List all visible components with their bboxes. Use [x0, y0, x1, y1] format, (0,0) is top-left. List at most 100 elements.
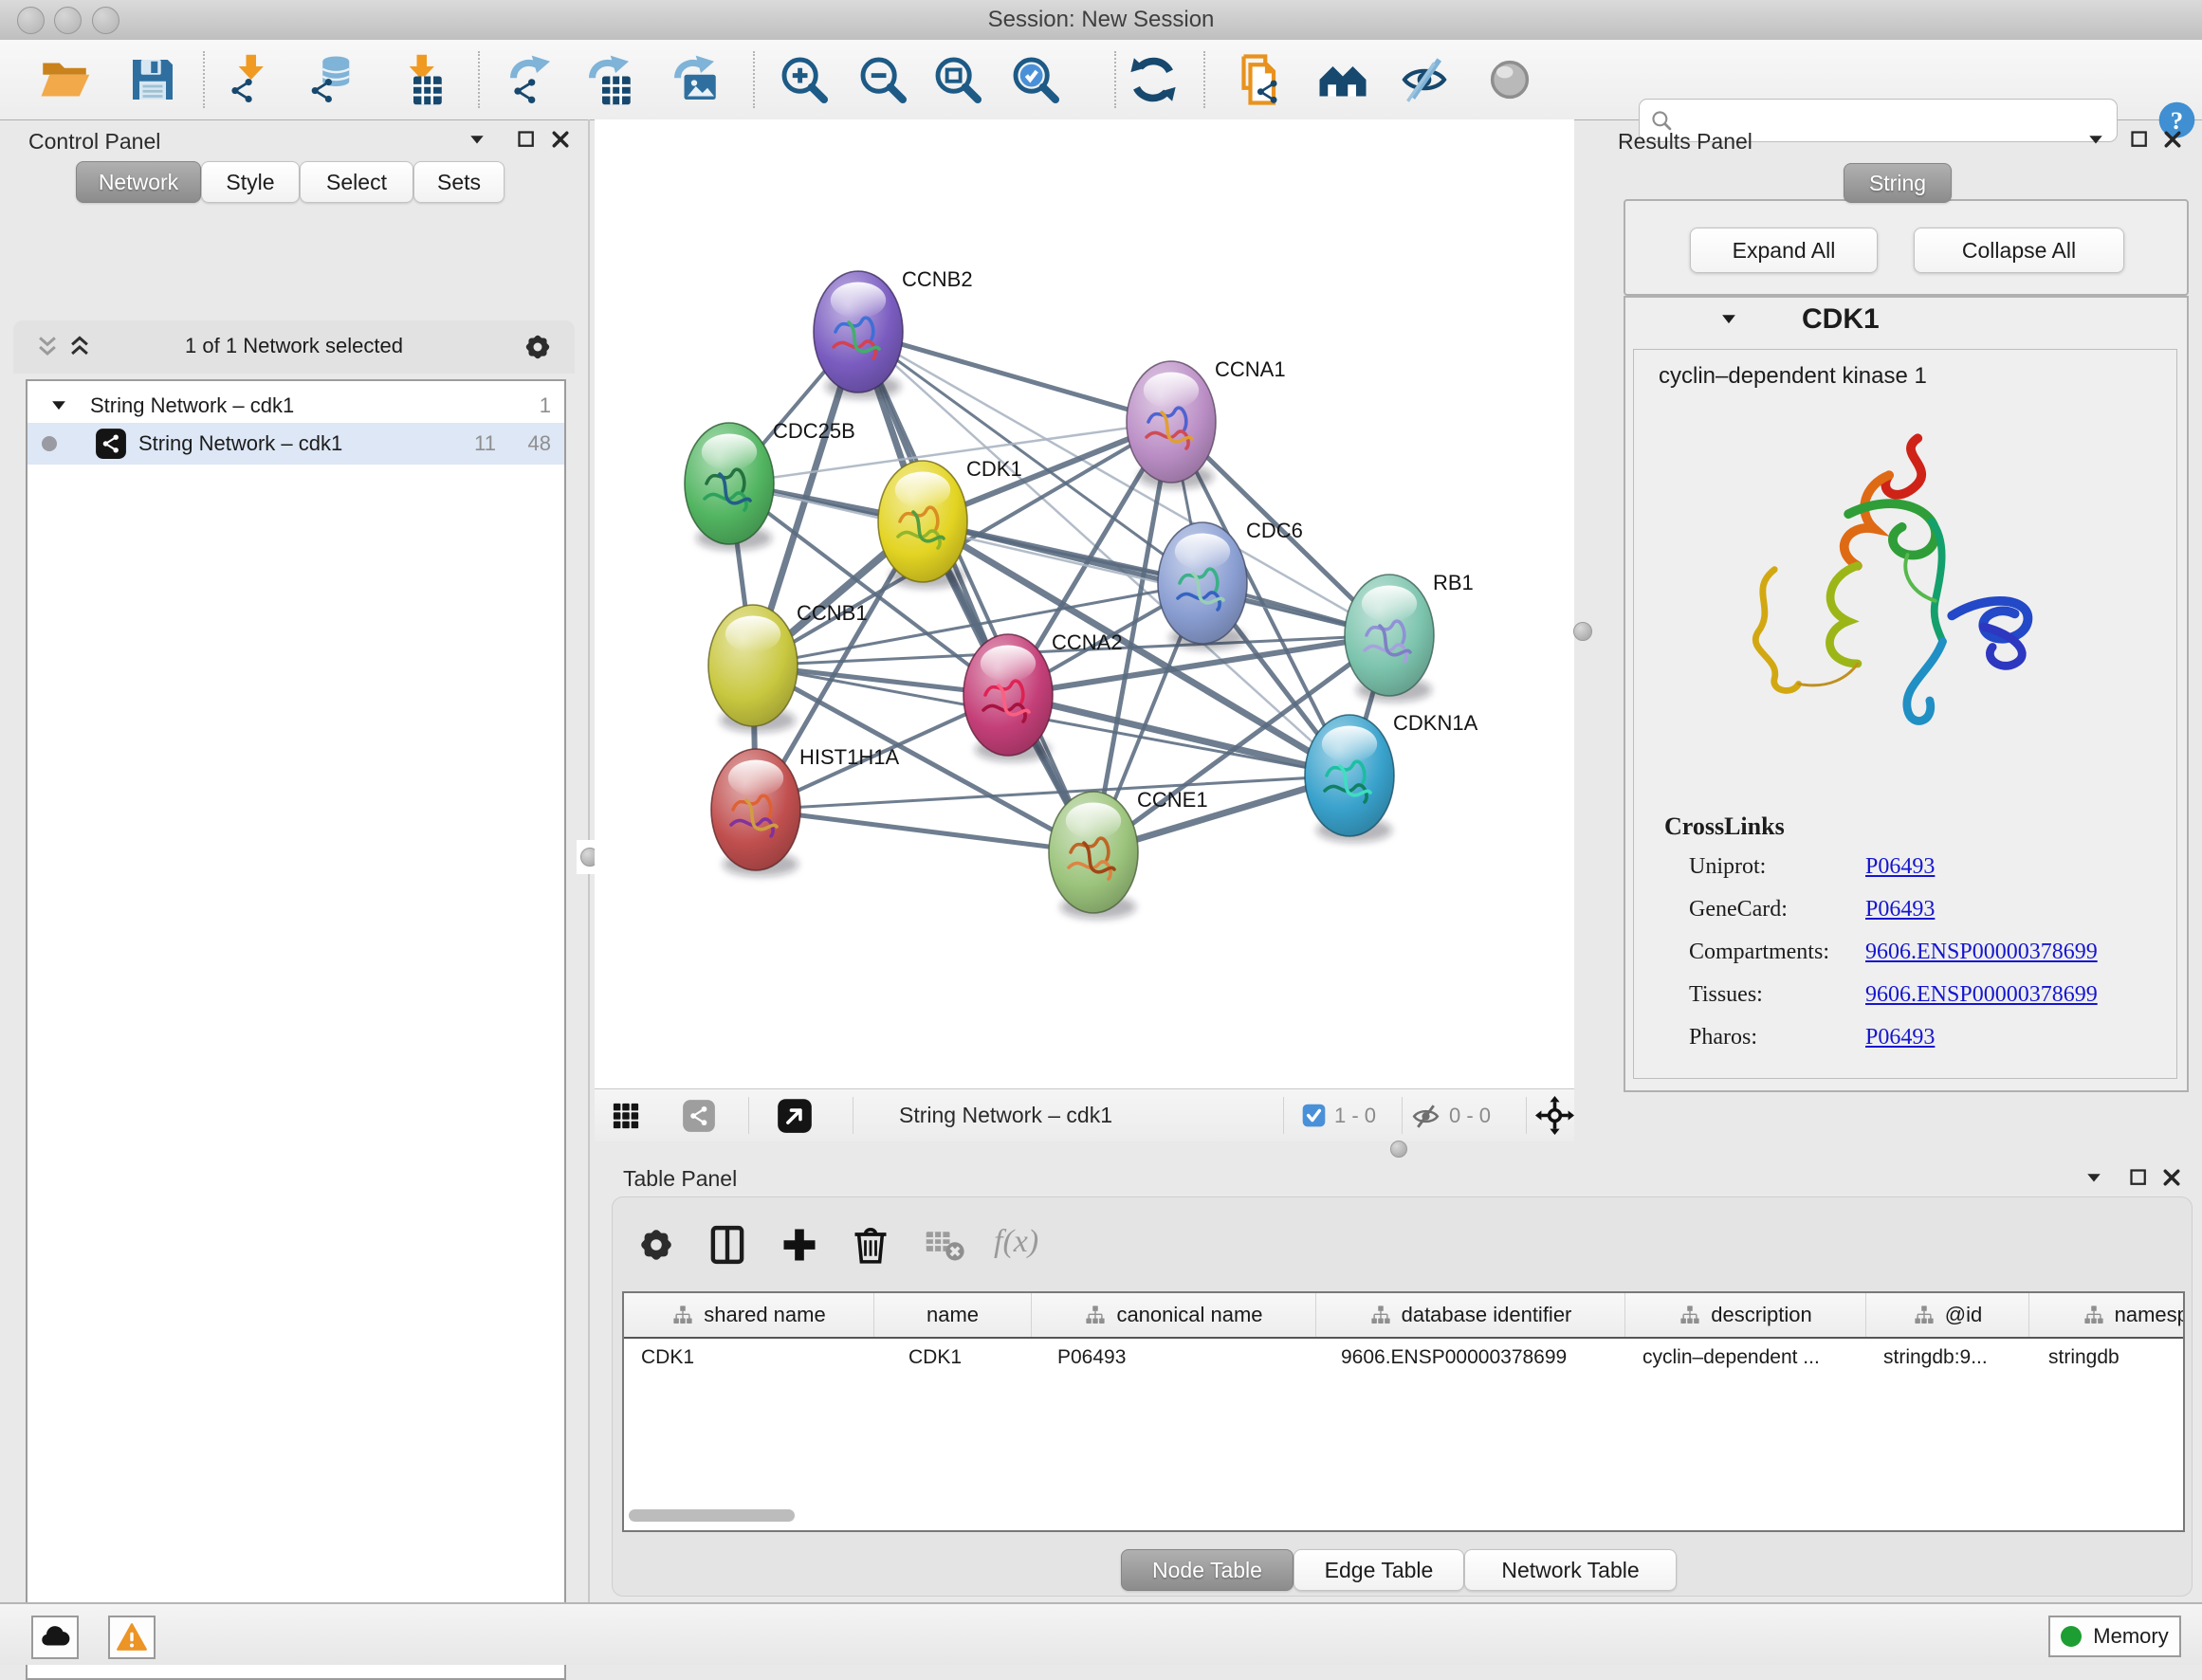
node-table[interactable]: shared namenamecanonical namedatabase id…	[622, 1291, 2185, 1532]
crosslink-label: Uniprot:	[1689, 854, 1865, 897]
network-options-gear-icon[interactable]	[522, 331, 554, 363]
refresh-view-button[interactable]	[1127, 53, 1180, 106]
table-delete-row-icon[interactable]	[850, 1224, 891, 1266]
tab-select[interactable]: Select	[300, 161, 413, 203]
cell-database-identifier[interactable]: 9606.ENSP00000378699	[1316, 1337, 1625, 1379]
tab-node-table[interactable]: Node Table	[1121, 1549, 1294, 1591]
tree-expander-icon[interactable]	[48, 395, 69, 416]
cell-canonical-name[interactable]: P06493	[1032, 1337, 1316, 1379]
save-session-button[interactable]	[126, 53, 179, 106]
crosslink-value-link[interactable]: 9606.ENSP00000378699	[1865, 982, 2098, 1025]
import-network-button[interactable]	[223, 53, 276, 106]
node-CDKN1A[interactable]: CDKN1A	[1305, 711, 1478, 842]
tab-style[interactable]: Style	[201, 161, 300, 203]
table-collapse-icon[interactable]	[2083, 1166, 2105, 1189]
crosslink-value-link[interactable]: 9606.ENSP00000378699	[1865, 940, 2098, 982]
results-float-icon[interactable]	[2128, 128, 2151, 151]
current-network-title: String Network – cdk1	[899, 1103, 1112, 1128]
warnings-button[interactable]	[108, 1616, 156, 1659]
column-header-canonical-name[interactable]: canonical name	[1032, 1293, 1316, 1337]
table-gear-icon[interactable]	[635, 1224, 677, 1266]
panel-close-icon[interactable]	[549, 128, 572, 151]
table-float-icon[interactable]	[2127, 1166, 2150, 1189]
crosslink-value-link[interactable]: P06493	[1865, 1025, 1935, 1068]
open-session-button[interactable]	[38, 53, 91, 106]
open-in-window-icon[interactable]	[777, 1098, 813, 1134]
cell-name[interactable]: CDK1	[874, 1337, 1032, 1379]
node-CDC6[interactable]: CDC6	[1158, 519, 1303, 649]
tab-network-table[interactable]: Network Table	[1464, 1549, 1677, 1591]
table-add-icon[interactable]	[779, 1224, 820, 1266]
node-CDC25B[interactable]: CDC25B	[685, 419, 855, 550]
network-graph[interactable]: CCNB2CCNA1CDC25BCDK1CDC6RB1CCNB1CCNA2CDK…	[595, 119, 1574, 1088]
tab-network[interactable]: Network	[76, 161, 201, 203]
table-horizontal-scrollbar[interactable]	[629, 1509, 795, 1522]
string-view-icon[interactable]	[682, 1099, 716, 1133]
column-header-description[interactable]: description	[1625, 1293, 1866, 1337]
cloud-button[interactable]	[31, 1616, 79, 1659]
table-row[interactable]: CDK1CDK1P064939606.ENSP00000378699cyclin…	[624, 1337, 2185, 1379]
clipboard-network-button[interactable]	[1234, 53, 1287, 106]
home-view-button[interactable]	[1316, 53, 1369, 106]
table-columns-icon[interactable]	[706, 1224, 748, 1266]
network-row-selected[interactable]: String Network – cdk1 11 48	[28, 423, 564, 465]
edge-CCNB2-CCNA1[interactable]	[858, 332, 1171, 422]
import-database-button[interactable]	[304, 53, 358, 106]
column-header--id[interactable]: @id	[1866, 1293, 2029, 1337]
network-collection-row[interactable]: String Network – cdk1 1	[28, 385, 564, 427]
cell-shared-name[interactable]: CDK1	[624, 1337, 874, 1379]
results-collapse-icon[interactable]	[2084, 128, 2107, 151]
edge-CDK1-RB1[interactable]	[923, 521, 1389, 635]
export-network-button[interactable]	[504, 53, 557, 106]
crosslink-value-link[interactable]: P06493	[1865, 897, 1935, 940]
network-canvas[interactable]: CCNB2CCNA1CDC25BCDK1CDC6RB1CCNB1CCNA2CDK…	[595, 119, 1574, 1088]
results-close-icon[interactable]	[2161, 128, 2184, 151]
node-RB1[interactable]: RB1	[1345, 571, 1474, 702]
node-CCNA1[interactable]: CCNA1	[1127, 357, 1286, 488]
crosslink-value-link[interactable]: P06493	[1865, 854, 1935, 897]
memory-button[interactable]: Memory	[2048, 1616, 2181, 1657]
panel-collapse-icon[interactable]	[466, 128, 488, 151]
inactive-eye-button[interactable]	[1483, 53, 1536, 106]
hidden-counts: 0 - 0	[1449, 1104, 1491, 1128]
node-HIST1H1A[interactable]: HIST1H1A	[711, 745, 899, 876]
import-table-button[interactable]	[394, 53, 447, 106]
hide-unhide-button[interactable]	[1398, 53, 1451, 106]
expand-all-button[interactable]: Expand All	[1690, 228, 1878, 273]
main-toolbar: ?	[0, 40, 2202, 120]
column-header-database-identifier[interactable]: database identifier	[1316, 1293, 1625, 1337]
gene-collapse-icon[interactable]	[1718, 309, 1739, 330]
zoom-out-button[interactable]	[856, 53, 909, 106]
collapse-all-button[interactable]: Collapse All	[1914, 228, 2124, 273]
node-CCNB2[interactable]: CCNB2	[814, 267, 973, 398]
table-close-icon[interactable]	[2160, 1166, 2183, 1189]
edge-HIST1H1A-CCNE1[interactable]	[756, 810, 1093, 852]
column-header-name[interactable]: name	[874, 1293, 1032, 1337]
node-label-RB1: RB1	[1433, 571, 1474, 594]
node-label-CCNA2: CCNA2	[1052, 630, 1123, 654]
cell-namespace[interactable]: stringdb	[2029, 1337, 2185, 1379]
zoom-in-button[interactable]	[778, 53, 831, 106]
cell-description[interactable]: cyclin–dependent ...	[1625, 1337, 1866, 1379]
fit-content-crosshair-icon[interactable]	[1535, 1096, 1574, 1135]
edge-CCNB2-CCNE1[interactable]	[858, 332, 1093, 852]
hidden-eye-icon[interactable]	[1410, 1100, 1441, 1131]
window-titlebar: Session: New Session	[0, 0, 2202, 41]
panel-float-icon[interactable]	[515, 128, 538, 151]
export-table-button[interactable]	[582, 53, 635, 106]
export-image-button[interactable]	[668, 53, 721, 106]
zoom-fit-button[interactable]	[931, 53, 984, 106]
node-label-CCNE1: CCNE1	[1137, 788, 1208, 812]
column-header-shared-name[interactable]: shared name	[624, 1293, 874, 1337]
column-header-namespace[interactable]: namespace	[2029, 1293, 2185, 1337]
birdseye-view-icon[interactable]	[612, 1102, 640, 1130]
table-function-icon: f(x)	[994, 1224, 1038, 1260]
tab-string[interactable]: String	[1844, 163, 1952, 203]
selected-count-checkbox-icon[interactable]	[1301, 1103, 1327, 1128]
crosslink-row: Compartments:9606.ENSP00000378699	[1689, 940, 2163, 982]
tab-edge-table[interactable]: Edge Table	[1294, 1549, 1464, 1591]
tab-sets[interactable]: Sets	[413, 161, 505, 203]
node-CCNE1[interactable]: CCNE1	[1049, 788, 1208, 919]
zoom-selected-button[interactable]	[1009, 53, 1062, 106]
cell--id[interactable]: stringdb:9...	[1866, 1337, 2029, 1379]
